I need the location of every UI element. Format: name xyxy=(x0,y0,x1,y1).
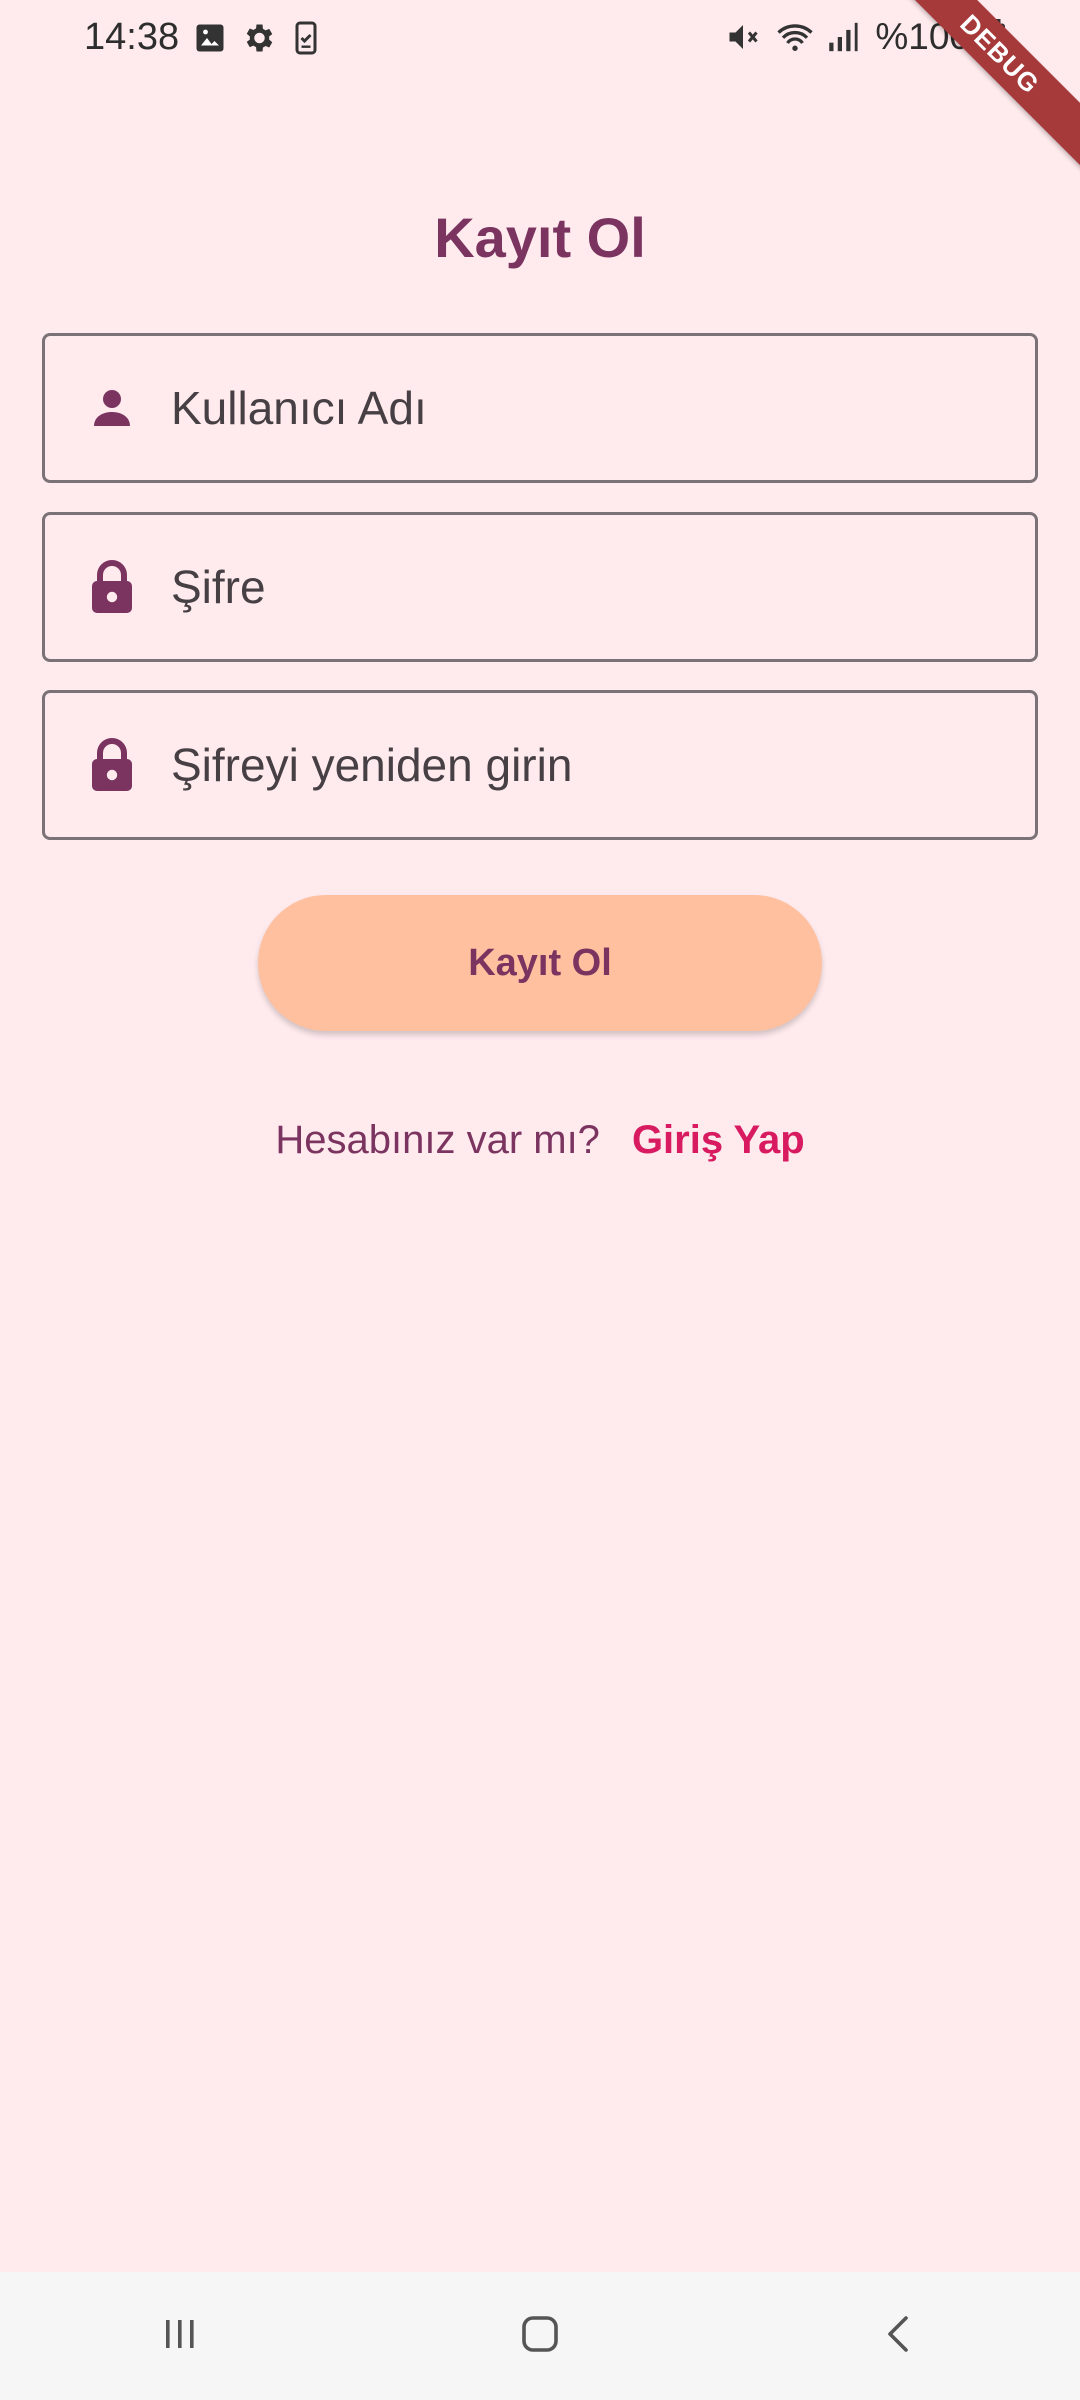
recents-icon xyxy=(156,2310,204,2363)
password-input[interactable] xyxy=(171,537,1011,637)
home-icon xyxy=(516,2310,564,2363)
login-link[interactable]: Giriş Yap xyxy=(632,1118,805,1163)
image-icon xyxy=(192,20,228,56)
gear-icon xyxy=(240,20,276,56)
back-icon xyxy=(876,2310,924,2363)
clipboard-icon xyxy=(288,20,324,56)
status-bar: 14:38 %100 xyxy=(0,0,1080,80)
username-input[interactable] xyxy=(171,358,1011,458)
mute-icon xyxy=(725,19,761,55)
navigation-bar xyxy=(0,2272,1080,2400)
login-question: Hesabınız var mı? xyxy=(275,1118,600,1162)
login-prompt: Hesabınız var mı? Giriş Yap xyxy=(0,1118,1080,1163)
password-field[interactable] xyxy=(42,512,1038,662)
status-left-icons xyxy=(192,20,324,56)
home-button[interactable] xyxy=(480,2286,600,2386)
signal-icon xyxy=(825,19,861,55)
lock-icon xyxy=(81,734,143,796)
password-confirm-input[interactable] xyxy=(171,715,1011,815)
lock-icon xyxy=(81,556,143,618)
password-confirm-field[interactable] xyxy=(42,690,1038,840)
username-field[interactable] xyxy=(42,333,1038,483)
back-button[interactable] xyxy=(840,2286,960,2386)
page-title: Kayıt Ol xyxy=(434,206,646,269)
status-time: 14:38 xyxy=(84,16,180,58)
register-button[interactable]: Kayıt Ol xyxy=(258,895,822,1031)
wifi-icon xyxy=(775,19,813,55)
person-icon xyxy=(81,377,143,439)
recents-button[interactable] xyxy=(120,2286,240,2386)
